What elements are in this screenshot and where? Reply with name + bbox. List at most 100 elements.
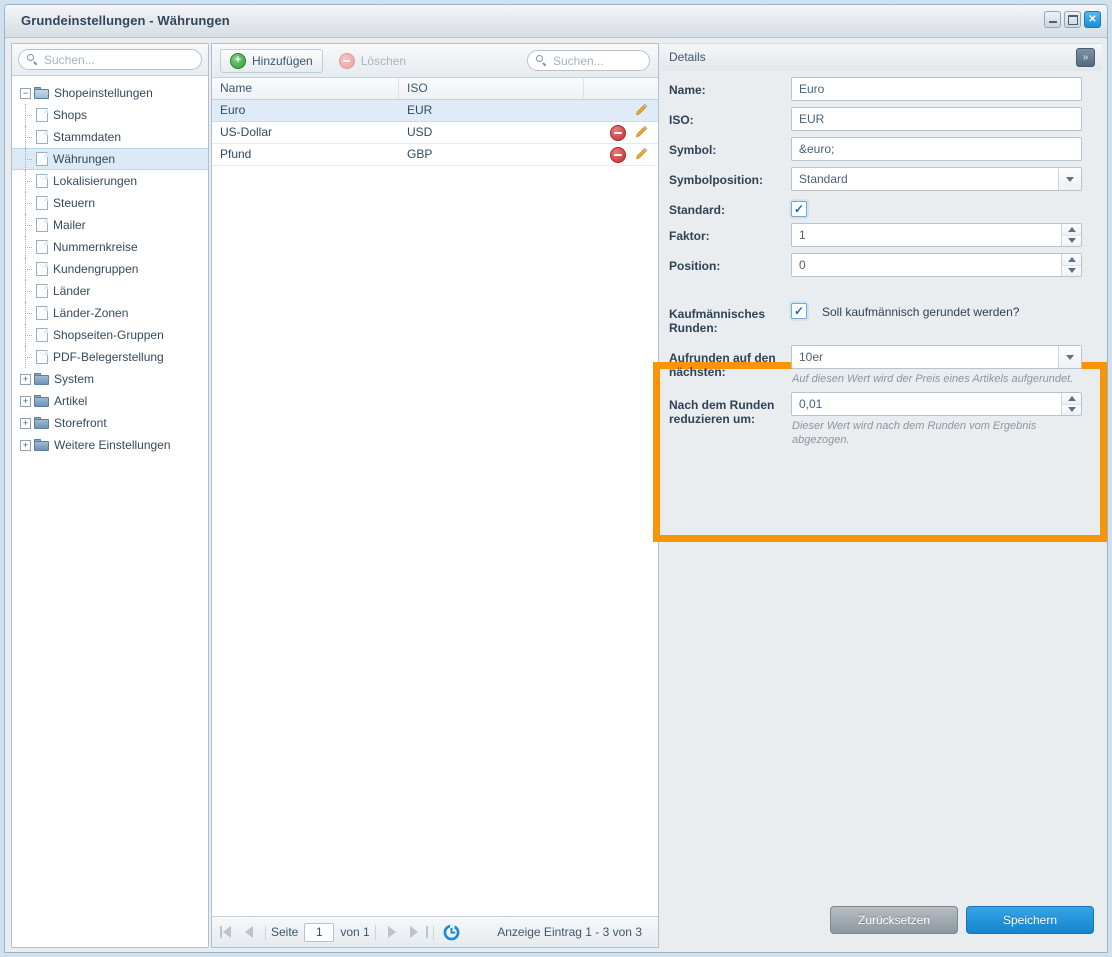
grid-search-input[interactable]: Suchen... [527, 50, 650, 71]
faktor-spinner[interactable] [1061, 224, 1081, 246]
sidebar-item-mailer[interactable]: Mailer [12, 214, 208, 236]
sidebar-item-kundengruppen[interactable]: Kundengruppen [12, 258, 208, 280]
field-row-iso: ISO: EUR [660, 101, 1102, 131]
tree-indent-guide [20, 148, 36, 170]
spinner-up-icon[interactable] [1061, 224, 1081, 236]
cell-name: US-Dollar [220, 125, 273, 139]
details-panel: Details » Name: Euro ISO: EUR Symbol: &e… [653, 43, 1107, 946]
sidebar-item-l-nder[interactable]: Länder [12, 280, 208, 302]
document-icon [36, 284, 48, 298]
sidebar-item-label: Kundengruppen [53, 262, 139, 276]
collapse-icon[interactable]: − [20, 87, 31, 99]
previous-page-button[interactable] [245, 926, 253, 938]
grid-search-placeholder: Suchen... [553, 53, 604, 68]
chevron-down-icon[interactable] [1058, 168, 1081, 190]
spinner-down-icon[interactable] [1061, 404, 1081, 415]
last-page-icon [425, 926, 428, 938]
sidebar-item-weitere-einstellungen[interactable]: + Weitere Einstellungen [12, 434, 208, 456]
expand-icon[interactable]: + [20, 417, 31, 429]
collapse-panel-button[interactable]: » [1076, 48, 1095, 67]
delete-button[interactable]: Löschen [329, 49, 416, 73]
sidebar-item-artikel[interactable]: + Artikel [12, 390, 208, 412]
folder-icon [34, 439, 49, 451]
sidebar-item-shops[interactable]: Shops [12, 104, 208, 126]
table-row[interactable]: Euro EUR [212, 100, 658, 122]
roundup-value: 10er [799, 350, 824, 364]
search-icon [536, 55, 547, 66]
application-window: Grundeinstellungen - Währungen ✕ Suchen.… [0, 0, 1112, 957]
sidebar-item-steuern[interactable]: Steuern [12, 192, 208, 214]
plus-icon: + [230, 52, 246, 69]
expand-icon[interactable]: + [20, 439, 31, 451]
standard-checkbox[interactable]: ✓ [791, 201, 807, 217]
position-input[interactable]: 0 [791, 253, 1082, 277]
folder-icon [34, 395, 49, 407]
roundup-label: Aufrunden auf den nächsten: [669, 351, 776, 379]
sidebar-item-l-nder-zonen[interactable]: Länder-Zonen [12, 302, 208, 324]
cell-name: Euro [220, 103, 246, 117]
page-number-input[interactable]: 1 [304, 922, 335, 942]
chevron-down-icon[interactable] [1058, 346, 1081, 368]
column-header-iso[interactable]: ISO [399, 78, 584, 99]
spinner-up-icon[interactable] [1061, 254, 1081, 266]
save-button[interactable]: Speichern [966, 906, 1094, 934]
sidebar-item-label: Lokalisierungen [53, 174, 138, 188]
maximize-button[interactable] [1064, 11, 1081, 28]
sidebar-item-label: Mailer [53, 218, 86, 232]
iso-input[interactable]: EUR [791, 107, 1082, 131]
table-row[interactable]: US-Dollar USD [212, 122, 658, 144]
tree-indent-guide [20, 236, 36, 258]
next-page-button[interactable] [387, 926, 396, 938]
sidebar-item-shopeinstellungen[interactable]: − Shopeinstellungen [12, 82, 208, 104]
currency-grid-panel: + Hinzufügen Löschen Suchen... Name ISO [211, 43, 659, 948]
sidebar-item-shopseiten-gruppen[interactable]: Shopseiten-Gruppen [12, 324, 208, 346]
reduce-input[interactable]: 0,01 [791, 392, 1082, 416]
symbol-input[interactable]: &euro; [791, 137, 1082, 161]
column-header-name[interactable]: Name [212, 78, 399, 99]
divider [374, 924, 376, 940]
reduce-spinner[interactable] [1061, 393, 1081, 415]
name-input[interactable]: Euro [791, 77, 1082, 101]
sidebar-item-w-hrungen[interactable]: Währungen [12, 148, 208, 170]
delete-row-icon[interactable] [610, 146, 626, 163]
sidebar-item-pdf-belegerstellung[interactable]: PDF-Belegerstellung [12, 346, 208, 368]
spinner-up-icon[interactable] [1061, 393, 1081, 405]
page-first-button[interactable] [220, 926, 238, 938]
spinner-down-icon[interactable] [1061, 265, 1081, 276]
add-button[interactable]: + Hinzufügen [220, 48, 323, 73]
rounding-checkbox[interactable]: ✓ [791, 303, 807, 319]
tree-indent-guide [20, 324, 36, 346]
window-frame: Grundeinstellungen - Währungen ✕ Suchen.… [4, 4, 1108, 953]
minimize-button[interactable] [1044, 11, 1061, 28]
sidebar-item-nummernkreise[interactable]: Nummernkreise [12, 236, 208, 258]
expand-icon[interactable]: + [20, 395, 31, 407]
close-button[interactable]: ✕ [1084, 11, 1101, 28]
sidebar-item-storefront[interactable]: + Storefront [12, 412, 208, 434]
refresh-icon[interactable] [443, 924, 460, 941]
roundup-select[interactable]: 10er [791, 345, 1082, 369]
record-count-label: Anzeige Eintrag 1 - 3 von 3 [497, 925, 642, 939]
table-row[interactable]: Pfund GBP [212, 144, 658, 166]
sidebar-item-system[interactable]: + System [12, 368, 208, 390]
edit-row-icon[interactable] [633, 103, 648, 118]
edit-row-icon[interactable] [633, 125, 648, 140]
sidebar-item-stammdaten[interactable]: Stammdaten [12, 126, 208, 148]
sidebar-item-label: Artikel [54, 394, 88, 408]
sidebar-item-lokalisierungen[interactable]: Lokalisierungen [12, 170, 208, 192]
rounding-label: Kaufmännisches Runden: [669, 307, 766, 335]
first-page-icon [220, 926, 222, 938]
spinner-down-icon[interactable] [1061, 235, 1081, 246]
delete-row-icon[interactable] [610, 124, 626, 141]
edit-row-icon[interactable] [633, 147, 648, 162]
page-last-button[interactable] [403, 926, 428, 938]
faktor-input[interactable]: 1 [791, 223, 1082, 247]
position-spinner[interactable] [1061, 254, 1081, 276]
delete-button-label: Löschen [360, 53, 407, 68]
reset-button[interactable]: Zurücksetzen [830, 906, 958, 934]
tree-search-input[interactable]: Suchen... [18, 49, 202, 70]
cell-iso: USD [407, 125, 433, 139]
symbolposition-select[interactable]: Standard [791, 167, 1082, 191]
expand-icon[interactable]: + [20, 373, 31, 385]
document-icon [36, 152, 48, 166]
tree-search-placeholder: Suchen... [44, 52, 95, 67]
